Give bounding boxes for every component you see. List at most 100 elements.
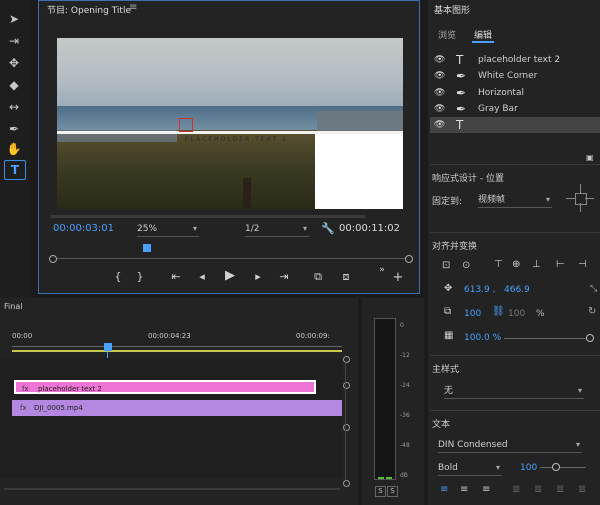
track-area[interactable] [0, 358, 342, 478]
eye-icon[interactable]: 👁 [434, 101, 445, 117]
anchor-icon[interactable]: ⤡ [590, 284, 597, 294]
eye-icon[interactable]: 👁 [434, 85, 445, 101]
razor-tool-icon[interactable]: ◆ [4, 76, 24, 94]
mark-out-icon[interactable]: } [131, 270, 149, 283]
align-to-video-frame-icon[interactable]: ⊡ [442, 260, 450, 271]
layer-row[interactable]: 👁 Tplaceholder text 2 [430, 52, 600, 68]
layer-row[interactable]: 👁 ✒ White Corner [430, 68, 600, 84]
timeline-playhead-handle[interactable] [104, 343, 112, 351]
pin-to-select[interactable]: 视频帧 ▾ [478, 193, 552, 208]
go-to-out-icon[interactable]: ⇥ [275, 270, 293, 283]
align-left-icon[interactable]: ⊢ [556, 259, 565, 270]
pen-icon: ✒ [456, 102, 467, 116]
add-button-icon[interactable]: + [389, 270, 407, 285]
clip-placeholder-text[interactable]: fx placeholder text 2 [14, 380, 316, 394]
mark-in-icon[interactable]: { [109, 270, 127, 283]
slip-tool-icon[interactable]: ↔ [4, 98, 24, 116]
hand-tool-icon[interactable]: ✋ [4, 140, 24, 158]
align-text-right-icon[interactable]: ≡ [482, 484, 490, 495]
chevron-down-icon: ▾ [495, 463, 500, 472]
video-frame[interactable]: PLACEHOLDER TEXT 2 [57, 38, 403, 209]
sequence-name[interactable]: Final [4, 302, 22, 311]
extract-icon[interactable]: ⧈ [337, 270, 355, 284]
pin-bottom-edge[interactable] [580, 203, 581, 212]
ripple-edit-tool-icon[interactable]: ✥ [4, 54, 24, 72]
step-forward-icon[interactable]: ▸ [249, 270, 267, 283]
lift-icon[interactable]: ⧉ [309, 270, 327, 284]
pin-center-box[interactable] [575, 193, 587, 205]
justify-last-right-icon[interactable]: ≣ [556, 484, 564, 495]
timeline-vertical-scrollbar[interactable] [345, 362, 346, 480]
eye-icon[interactable]: 👁 [434, 68, 445, 84]
align-bottom-icon[interactable]: ⊥ [532, 259, 541, 270]
layer-row[interactable]: 👁 ✒ Horizontal [430, 85, 600, 101]
rotation-icon[interactable]: ↻ [588, 306, 596, 317]
track-zoom-handle[interactable] [343, 480, 350, 487]
font-size-value[interactable]: 100 [520, 463, 537, 473]
opacity-slider[interactable] [504, 338, 590, 339]
panel-title[interactable]: 基本图形 [434, 3, 470, 16]
link-icon[interactable]: ⛓ [492, 306, 505, 317]
eye-icon[interactable]: 👁 [434, 117, 445, 133]
new-layer-icon[interactable]: ▣ [586, 153, 594, 162]
go-to-in-icon[interactable]: ⇤ [167, 270, 185, 283]
font-style-select[interactable]: Bold ▾ [438, 461, 502, 476]
align-to-selection-icon[interactable]: ⊙ [462, 260, 470, 271]
font-family-select[interactable]: DIN Condensed ▾ [438, 438, 582, 453]
solo-right-button[interactable]: S [387, 486, 398, 497]
wrench-icon[interactable]: 🔧 [321, 222, 335, 235]
clip-video[interactable]: fx DJI_0005.mp4 [12, 400, 342, 416]
type-tool-icon[interactable]: T [4, 160, 26, 180]
pin-left-edge[interactable] [566, 198, 575, 199]
overlay-text[interactable]: PLACEHOLDER TEXT 2 [185, 136, 288, 143]
pin-top-edge[interactable] [580, 184, 581, 193]
playhead-marker[interactable] [143, 244, 151, 252]
justify-all-icon[interactable]: ≣ [578, 484, 586, 495]
selection-tool-icon[interactable]: ➤ [4, 10, 24, 28]
align-top-icon[interactable]: ⊤ [494, 259, 503, 270]
scrubber-start-handle[interactable] [49, 255, 57, 263]
play-icon[interactable]: ▶ [221, 268, 239, 283]
white-corner-shape[interactable] [315, 134, 403, 209]
timeline-ruler[interactable]: 00:00 00:00:04:23 00:00:09: [12, 332, 342, 354]
resolution-select[interactable]: 1/2 ▾ [245, 222, 309, 237]
zoom-select[interactable]: 25% ▾ [137, 222, 199, 237]
tab-browse[interactable]: 浏览 [438, 28, 456, 41]
opacity-slider-handle[interactable] [586, 334, 594, 342]
solo-left-button[interactable]: S [375, 486, 386, 497]
position-x-value[interactable]: 613.9 , [464, 285, 496, 295]
panel-menu-icon[interactable]: ≡ [129, 2, 137, 13]
align-text-left-icon[interactable]: ≡ [440, 484, 448, 495]
step-back-icon[interactable]: ◂ [193, 270, 211, 283]
ruler-label: 00:00:09: [296, 332, 330, 340]
gray-bar-shape[interactable] [317, 111, 403, 131]
opacity-value[interactable]: 100.0 % [464, 333, 501, 343]
align-vertical-center-icon[interactable]: ⊕ [512, 259, 520, 270]
monitor-scrollbar[interactable] [51, 215, 365, 218]
track-select-tool-icon[interactable]: ⇥ [4, 32, 24, 50]
duration-timecode: 00:00:11:02 [339, 223, 401, 234]
position-y-value[interactable]: 466.9 [504, 285, 530, 295]
tab-edit[interactable]: 编辑 [474, 28, 492, 41]
layer-row-selected[interactable]: 👁 T [430, 117, 600, 133]
current-timecode[interactable]: 00:00:03:01 [53, 223, 114, 234]
justify-last-center-icon[interactable]: ≣ [534, 484, 542, 495]
align-right-icon[interactable]: ⊣ [578, 259, 587, 270]
font-size-slider[interactable] [540, 467, 586, 468]
align-text-center-icon[interactable]: ≡ [460, 484, 468, 495]
meter-tick: -48 [400, 442, 410, 449]
font-size-slider-handle[interactable] [552, 463, 560, 471]
eye-icon[interactable]: 👁 [434, 52, 445, 68]
playback-scrubber[interactable] [51, 258, 407, 259]
pen-tool-icon[interactable]: ✒ [4, 120, 24, 138]
scale-value[interactable]: 100 [464, 309, 481, 319]
justify-last-left-icon[interactable]: ≣ [512, 484, 520, 495]
master-style-select[interactable]: 无 ▾ [444, 384, 584, 399]
layer-row[interactable]: 👁 ✒ Gray Bar [430, 101, 600, 117]
scrubber-end-handle[interactable] [405, 255, 413, 263]
timeline-horizontal-scrollbar[interactable] [4, 488, 340, 490]
pin-widget[interactable] [566, 184, 594, 212]
pin-right-edge[interactable] [585, 198, 594, 199]
work-area-bar[interactable] [12, 350, 342, 352]
program-monitor-title[interactable]: 节目: Opening Title [47, 3, 131, 16]
